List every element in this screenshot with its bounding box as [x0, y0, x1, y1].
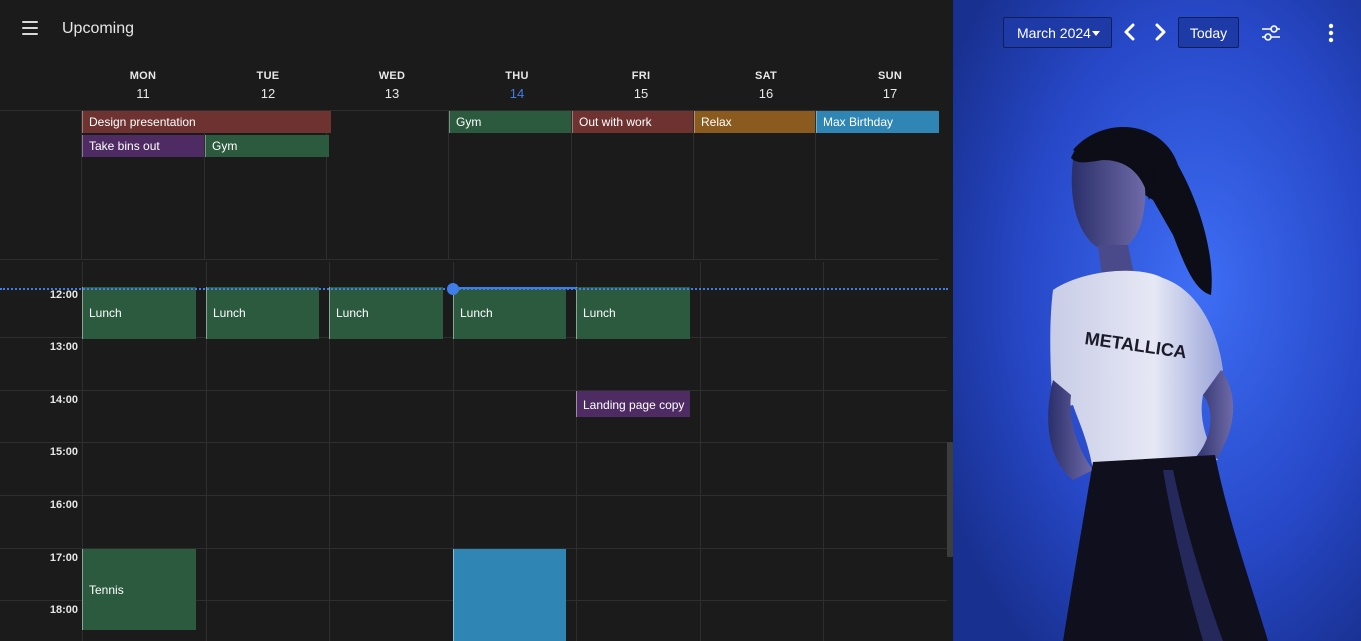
allday-event[interactable]: Gym [449, 111, 571, 133]
calendar-event[interactable]: Lunch [576, 287, 690, 339]
time-label: 13:00 [49, 341, 78, 353]
more-vertical-icon[interactable] [1326, 21, 1336, 45]
time-label: 14:00 [49, 394, 78, 406]
time-label: 15:00 [49, 446, 78, 458]
calendar-event[interactable] [453, 549, 566, 641]
current-time-line-today [453, 287, 576, 289]
day-header-tue[interactable]: TUE 12 [206, 70, 330, 101]
day-number-today: 14 [509, 86, 525, 101]
app-root: Upcoming MON 11 TUE 12 WED 13 THU 14 FRI… [0, 0, 1361, 641]
day-number: 16 [758, 86, 774, 101]
day-header-mon[interactable]: MON 11 [81, 70, 205, 101]
time-label: 17:00 [49, 552, 78, 564]
time-label: 16:00 [49, 499, 78, 511]
portrait-photo: METALLICA [953, 0, 1361, 641]
caret-down-icon [1092, 31, 1100, 36]
day-number: 15 [633, 86, 649, 101]
day-name: THU [505, 70, 529, 82]
day-name: MON [129, 70, 157, 82]
calendar-event[interactable]: Tennis [82, 549, 196, 630]
allday-event[interactable]: Gym [205, 135, 329, 157]
today-button[interactable]: Today [1178, 17, 1239, 48]
divider [0, 390, 947, 391]
hamburger-menu-icon[interactable] [20, 18, 40, 38]
calendar-event[interactable]: Lunch [82, 287, 196, 339]
top-bar: Upcoming [0, 0, 953, 60]
chevron-right-icon[interactable] [1151, 22, 1169, 42]
day-number: 11 [136, 86, 150, 101]
day-number: 13 [384, 86, 400, 101]
month-picker-label: March 2024 [1017, 25, 1091, 41]
divider [700, 262, 701, 641]
day-header-wed[interactable]: WED 13 [330, 70, 454, 101]
day-number: 12 [260, 86, 276, 101]
day-header-thu[interactable]: THU 14 [455, 70, 579, 101]
divider [0, 259, 938, 260]
calendar-event[interactable]: Lunch [206, 287, 319, 339]
day-name: FRI [631, 70, 651, 82]
allday-event[interactable]: Take bins out [82, 135, 204, 157]
filter-sliders-icon[interactable] [1259, 21, 1283, 45]
day-number: 17 [882, 86, 898, 101]
photo-panel: METALLICA March 2024 Today [953, 0, 1361, 641]
divider [0, 442, 947, 443]
allday-event[interactable]: Out with work [572, 111, 693, 133]
divider [823, 262, 824, 641]
day-name: WED [378, 70, 406, 82]
allday-event[interactable]: Max Birthday [816, 111, 939, 133]
chevron-left-icon[interactable] [1121, 22, 1139, 42]
calendar-event[interactable]: Landing page copy [576, 391, 690, 417]
day-name: SUN [877, 70, 903, 82]
time-label: 12:00 [49, 289, 78, 301]
day-header-fri[interactable]: FRI 15 [579, 70, 703, 101]
day-header-sun[interactable]: SUN 17 [828, 70, 952, 101]
time-label: 18:00 [49, 604, 78, 616]
page-title: Upcoming [62, 20, 135, 37]
calendar-panel: Upcoming MON 11 TUE 12 WED 13 THU 14 FRI… [0, 0, 953, 641]
current-time-dot [447, 283, 459, 295]
divider [0, 495, 947, 496]
day-name: SAT [754, 70, 778, 82]
allday-event[interactable]: Relax [694, 111, 815, 133]
day-header-sat[interactable]: SAT 16 [704, 70, 828, 101]
allday-event[interactable]: Design presentation [82, 111, 331, 133]
calendar-event[interactable]: Lunch [453, 287, 566, 339]
day-name: TUE [256, 70, 280, 82]
month-picker-button[interactable]: March 2024 [1003, 17, 1112, 48]
calendar-event[interactable]: Lunch [329, 287, 443, 339]
